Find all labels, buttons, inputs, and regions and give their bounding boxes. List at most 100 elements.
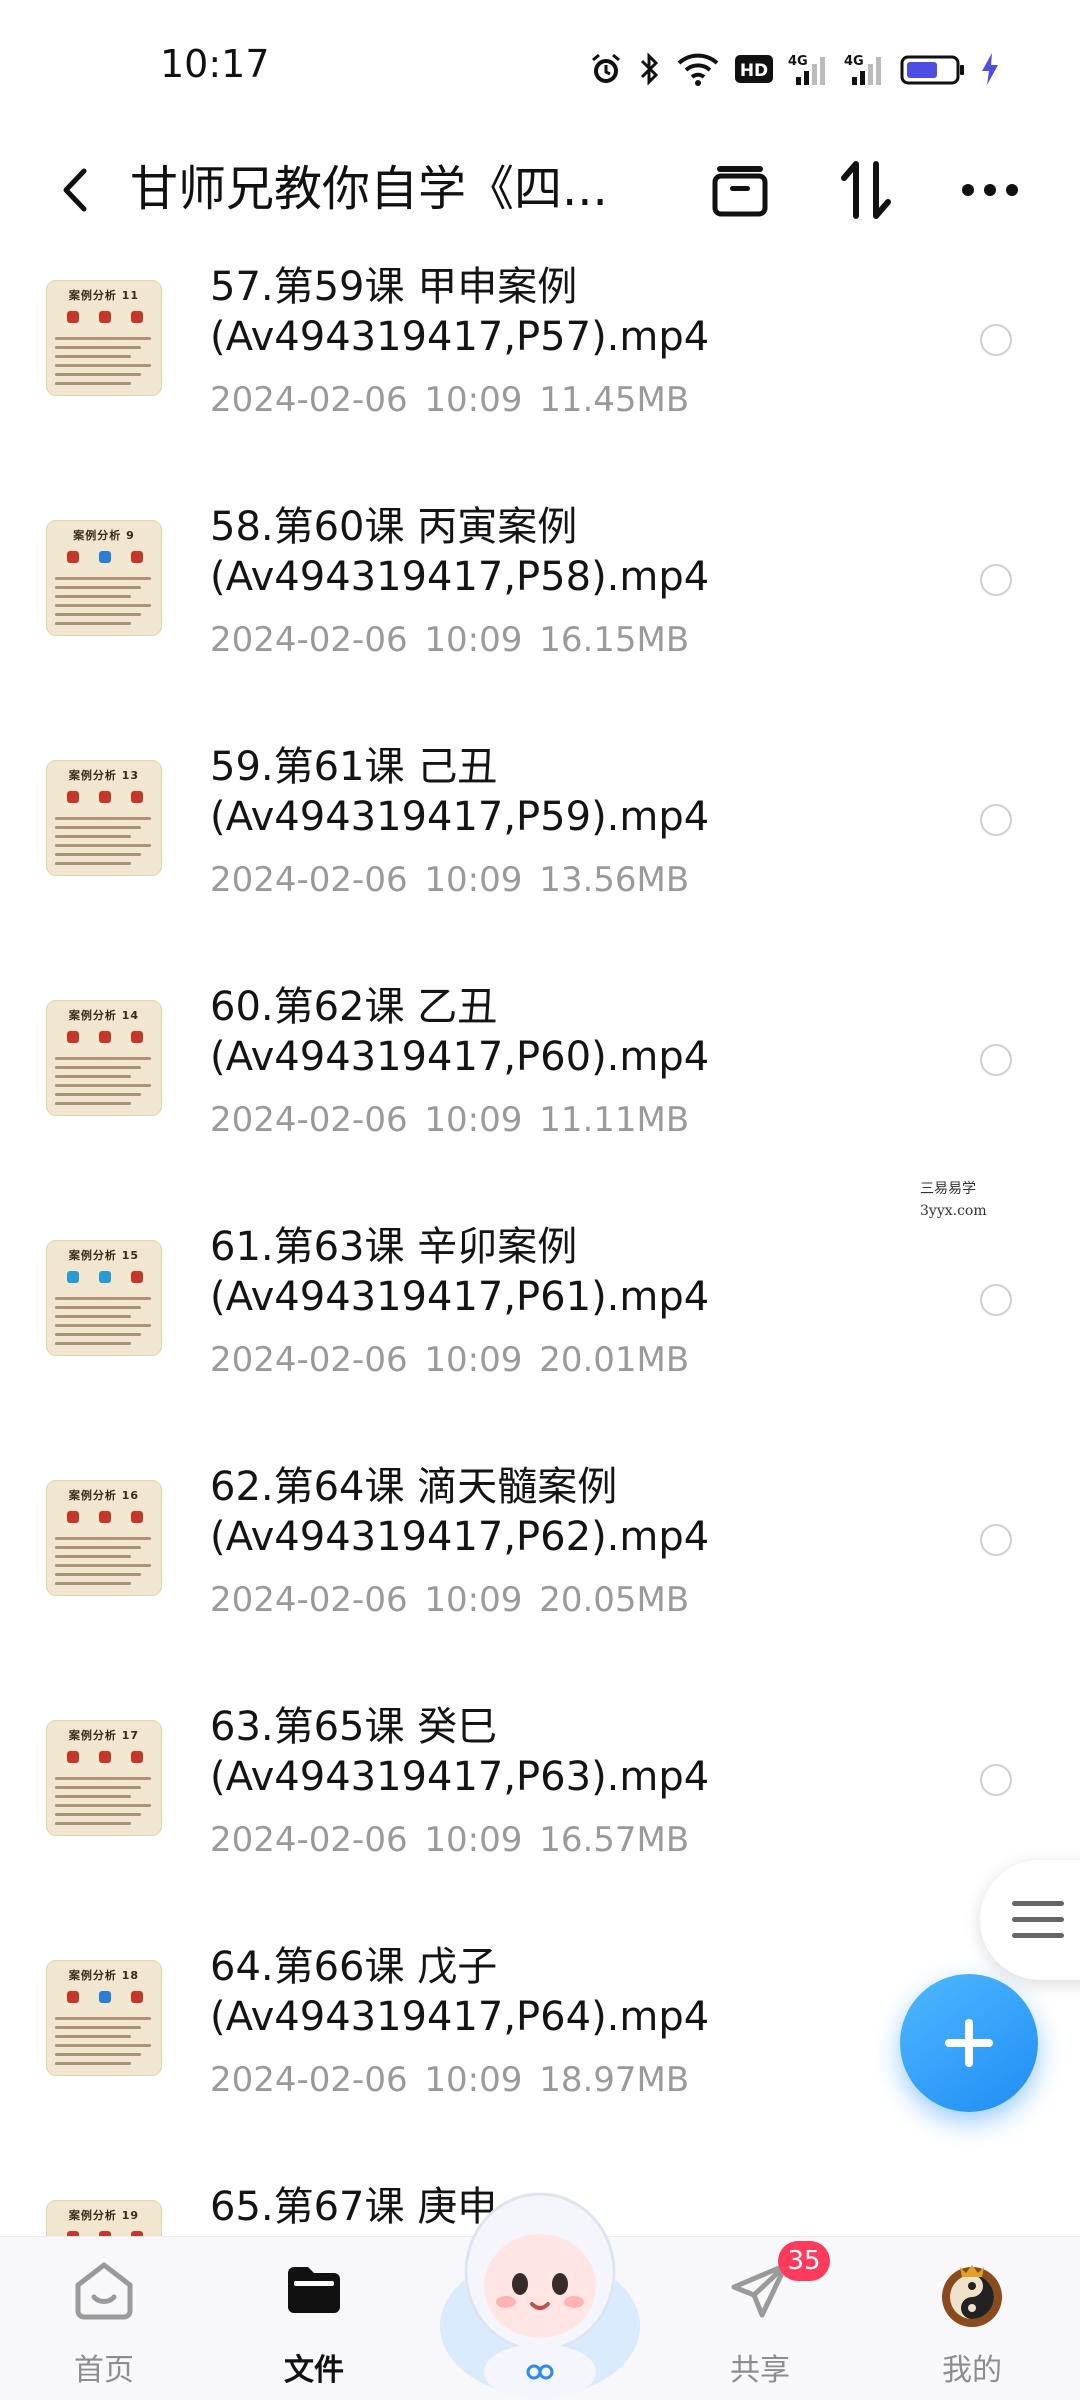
select-checkbox[interactable] bbox=[980, 564, 1012, 596]
file-date: 2024-02-06 bbox=[210, 620, 408, 660]
add-button[interactable] bbox=[900, 1974, 1038, 2112]
nav-home-label: 首页 bbox=[74, 2353, 134, 2388]
menu-icon bbox=[1012, 1901, 1064, 1938]
thumb-mark bbox=[131, 1271, 143, 1283]
file-meta: 2024-02-06 10:09 20.05MB bbox=[210, 1580, 689, 1620]
thumb-text-line bbox=[55, 1786, 141, 1789]
file-name: 62.第64课 滴天髓案例 (Av494319417,P62).mp4 bbox=[210, 1462, 970, 1562]
nav-share-label: 共享 bbox=[730, 2353, 790, 2388]
mascot-icon bbox=[440, 2192, 640, 2400]
file-meta: 2024-02-06 10:09 11.45MB bbox=[210, 380, 689, 420]
thumb-text-line bbox=[55, 853, 141, 856]
video-thumbnail: 案例分析 9 bbox=[46, 520, 162, 636]
file-date: 2024-02-06 bbox=[210, 2060, 408, 2100]
file-row[interactable]: 案例分析 14 60.第62课 乙丑 (Av494319417,P60).mp4… bbox=[0, 970, 1080, 1210]
file-time: 10:09 bbox=[424, 1580, 523, 1620]
file-name: 63.第65课 癸巳 (Av494319417,P63).mp4 bbox=[210, 1702, 970, 1802]
status-icons: HD 4G 4G bbox=[588, 48, 1000, 90]
more-button[interactable] bbox=[950, 152, 1030, 228]
thumb-mark bbox=[67, 1751, 79, 1763]
select-checkbox[interactable] bbox=[980, 1764, 1012, 1796]
nav-me[interactable]: 我的 bbox=[872, 2237, 1072, 2400]
select-checkbox[interactable] bbox=[980, 1524, 1012, 1556]
nav-me-label: 我的 bbox=[942, 2353, 1002, 2388]
thumb-text-line bbox=[55, 2044, 151, 2047]
file-name-line1: 61.第63课 辛卯案例 bbox=[210, 1224, 578, 1270]
file-name-line2: (Av494319417,P62).mp4 bbox=[210, 1514, 710, 1560]
file-meta: 2024-02-06 10:09 11.11MB bbox=[210, 1100, 689, 1140]
file-row[interactable]: 案例分析 11 57.第59课 甲申案例 (Av494319417,P57).m… bbox=[0, 250, 1080, 490]
thumb-text-line bbox=[55, 613, 141, 616]
file-meta: 2024-02-06 10:09 20.01MB bbox=[210, 1340, 689, 1380]
file-row[interactable]: 案例分析 13 59.第61课 己丑 (Av494319417,P59).mp4… bbox=[0, 730, 1080, 970]
thumb-text-line bbox=[55, 1084, 151, 1087]
file-name-line2: (Av494319417,P57).mp4 bbox=[210, 314, 710, 360]
nav-files[interactable]: 文件 bbox=[214, 2237, 414, 2400]
mascot-assistant[interactable] bbox=[430, 2176, 650, 2400]
thumb-mark bbox=[99, 791, 111, 803]
select-checkbox[interactable] bbox=[980, 324, 1012, 356]
file-date: 2024-02-06 bbox=[210, 860, 408, 900]
select-checkbox[interactable] bbox=[980, 1044, 1012, 1076]
thumb-title: 案例分析 14 bbox=[68, 1009, 140, 1022]
file-name-line1: 64.第66课 戊子 bbox=[210, 1944, 498, 1990]
tray-icon bbox=[712, 166, 768, 217]
sort-icon bbox=[841, 161, 891, 219]
thumb-text-line bbox=[55, 586, 141, 589]
file-name-line2: (Av494319417,P60).mp4 bbox=[210, 1034, 710, 1080]
thumb-text-line bbox=[55, 595, 131, 598]
video-thumbnail: 案例分析 17 bbox=[46, 1720, 162, 1836]
thumb-text-line bbox=[55, 337, 151, 340]
file-row[interactable]: 案例分析 16 62.第64课 滴天髓案例 (Av494319417,P62).… bbox=[0, 1450, 1080, 1690]
file-name-line2: (Av494319417,P63).mp4 bbox=[210, 1754, 710, 1800]
nav-files-label: 文件 bbox=[284, 2353, 344, 2388]
file-name-line1: 57.第59课 甲申案例 bbox=[210, 264, 578, 310]
tray-button[interactable] bbox=[700, 152, 780, 228]
file-date: 2024-02-06 bbox=[210, 1340, 408, 1380]
thumb-title: 案例分析 9 bbox=[73, 529, 135, 542]
thumb-text-line bbox=[55, 604, 151, 607]
thumb-mark bbox=[99, 311, 111, 323]
file-time: 10:09 bbox=[424, 1820, 523, 1860]
status-time: 10:17 bbox=[160, 42, 270, 86]
file-time: 10:09 bbox=[424, 2060, 523, 2100]
file-size: 11.45MB bbox=[539, 380, 690, 420]
video-thumbnail: 案例分析 18 bbox=[46, 1960, 162, 2076]
thumb-title: 案例分析 19 bbox=[68, 2209, 140, 2222]
watermark-line2: 3yyx.com bbox=[920, 1203, 987, 1219]
select-checkbox[interactable] bbox=[980, 1284, 1012, 1316]
thumb-text-line bbox=[55, 577, 151, 580]
thumb-mark bbox=[67, 791, 79, 803]
thumb-text-line bbox=[55, 2035, 131, 2038]
thumb-text-line bbox=[55, 1297, 151, 1300]
file-row[interactable]: 案例分析 9 58.第60课 丙寅案例 (Av494319417,P58).mp… bbox=[0, 490, 1080, 730]
status-bar: 10:17 HD 4G 4G bbox=[0, 0, 1080, 130]
hd-icon: HD bbox=[734, 51, 774, 87]
watermark: 三易易学 3yyx.com bbox=[920, 1178, 987, 1222]
thumb-text-line bbox=[55, 355, 131, 358]
thumb-text-line bbox=[55, 2053, 141, 2056]
file-row[interactable]: 案例分析 15 61.第63课 辛卯案例 (Av494319417,P61).m… bbox=[0, 1210, 1080, 1450]
file-size: 20.01MB bbox=[539, 1340, 690, 1380]
thumb-text-line bbox=[55, 844, 151, 847]
alarm-icon bbox=[588, 51, 624, 87]
select-checkbox[interactable] bbox=[980, 804, 1012, 836]
nav-share[interactable]: 35 共享 bbox=[660, 2237, 860, 2400]
thumb-text-line bbox=[55, 1315, 131, 1318]
thumb-text-line bbox=[55, 382, 131, 385]
home-icon bbox=[75, 2262, 133, 2320]
thumb-title: 案例分析 15 bbox=[68, 1249, 140, 1262]
sort-button[interactable] bbox=[826, 152, 906, 228]
thumb-text-line bbox=[55, 1306, 141, 1309]
nav-home[interactable]: 首页 bbox=[4, 2237, 204, 2400]
file-row[interactable]: 案例分析 17 63.第65课 癸巳 (Av494319417,P63).mp4… bbox=[0, 1690, 1080, 1930]
thumb-text-line bbox=[55, 1057, 151, 1060]
file-time: 10:09 bbox=[424, 620, 523, 660]
file-name-line2: (Av494319417,P58).mp4 bbox=[210, 554, 710, 600]
file-name-line2: (Av494319417,P64).mp4 bbox=[210, 1994, 710, 2040]
back-button[interactable] bbox=[40, 152, 110, 228]
thumb-mark bbox=[131, 1031, 143, 1043]
thumb-text-line bbox=[55, 1075, 131, 1078]
video-thumbnail: 案例分析 15 bbox=[46, 1240, 162, 1356]
thumb-mark bbox=[131, 791, 143, 803]
